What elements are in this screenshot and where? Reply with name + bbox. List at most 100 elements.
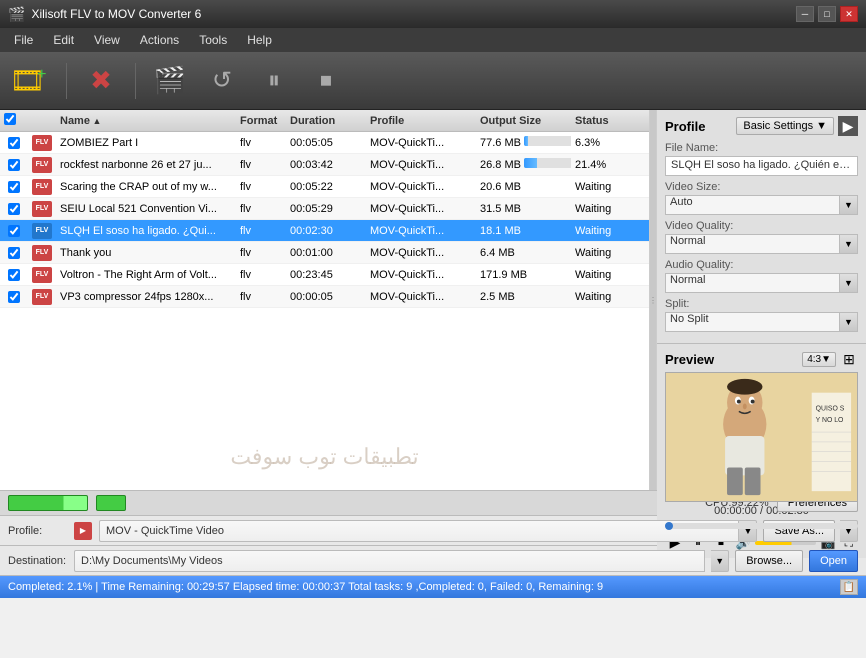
row-status-0: 6.3%	[571, 137, 649, 149]
profile-input[interactable]	[99, 520, 739, 542]
browse-button[interactable]: Browse...	[735, 550, 803, 572]
toolbar-separator-1	[66, 63, 67, 99]
table-row[interactable]: FLV ZOMBIEZ Part I flv 00:05:05 MOV-Quic…	[0, 132, 649, 154]
menu-view[interactable]: View	[84, 29, 130, 51]
videosize-label: Video Size:	[665, 181, 858, 193]
title-bar: 🎬 Xilisoft FLV to MOV Converter 6 ─ □ ✕	[0, 0, 866, 28]
table-header: Name Format Duration Profile Output Size…	[0, 110, 649, 132]
filename-label: File Name:	[665, 142, 858, 154]
row-name-3: SEIU Local 521 Convention Vi...	[56, 203, 236, 215]
row-checkbox-1[interactable]	[0, 159, 28, 171]
open-button[interactable]: Open	[809, 550, 858, 572]
table-row[interactable]: FLV Thank you flv 00:01:00 MOV-QuickTi..…	[0, 242, 649, 264]
row-name-7: VP3 compressor 24fps 1280x...	[56, 291, 236, 303]
convert-button[interactable]: 🎬	[148, 59, 192, 103]
audioquality-field-group: Audio Quality: Normal ▼	[665, 259, 858, 293]
undo-button[interactable]: ↺	[200, 59, 244, 103]
row-checkbox-6[interactable]	[0, 269, 28, 281]
table-row[interactable]: FLV SEIU Local 521 Convention Vi... flv …	[0, 198, 649, 220]
profile-title: Profile	[665, 119, 736, 134]
row-checkbox-7[interactable]	[0, 291, 28, 303]
status-bottom-bar: Completed: 2.1% | Time Remaining: 00:29:…	[0, 576, 866, 598]
row-checkbox-2[interactable]	[0, 181, 28, 193]
minimize-button[interactable]: ─	[796, 6, 814, 22]
row-profile-0: MOV-QuickTi...	[366, 137, 476, 149]
preview-header: Preview 4:3▼ ⊞	[665, 350, 858, 368]
videoquality-arrow[interactable]: ▼	[840, 234, 858, 254]
row-profile-4: MOV-QuickTi...	[366, 225, 476, 237]
row-icon-3: FLV	[28, 201, 56, 217]
log-button[interactable]: 📋	[840, 579, 858, 595]
row-status-7: Waiting	[571, 291, 649, 303]
profile-input-group: ▶ ▼	[74, 520, 757, 542]
row-duration-4: 00:02:30	[286, 225, 366, 237]
close-button[interactable]: ✕	[840, 6, 858, 22]
row-format-0: flv	[236, 137, 286, 149]
seek-bar[interactable]	[665, 523, 858, 529]
menu-tools[interactable]: Tools	[189, 29, 237, 51]
row-format-4: flv	[236, 225, 286, 237]
destination-input[interactable]	[74, 550, 705, 572]
table-row[interactable]: FLV rockfest narbonne 26 et 27 ju... flv…	[0, 154, 649, 176]
menu-file[interactable]: File	[4, 29, 43, 51]
pause-button[interactable]: ⏸	[252, 59, 296, 103]
menu-bar: File Edit View Actions Tools Help	[0, 28, 866, 52]
row-checkbox-5[interactable]	[0, 247, 28, 259]
row-checkbox-0[interactable]	[0, 137, 28, 149]
videoquality-input[interactable]: Normal	[665, 234, 840, 254]
table-row[interactable]: FLV Scaring the CRAP out of my w... flv …	[0, 176, 649, 198]
th-duration: Duration	[286, 115, 366, 127]
menu-edit[interactable]: Edit	[43, 29, 84, 51]
row-profile-1: MOV-QuickTi...	[366, 159, 476, 171]
row-format-2: flv	[236, 181, 286, 193]
videosize-field-group: Video Size: Auto ▼	[665, 181, 858, 215]
split-select: No Split ▼	[665, 312, 858, 332]
expand-panel-button[interactable]: ▶	[838, 116, 858, 136]
volume-slider[interactable]	[755, 541, 816, 545]
row-duration-5: 00:01:00	[286, 247, 366, 259]
row-name-5: Thank you	[56, 247, 236, 259]
row-duration-7: 00:00:05	[286, 291, 366, 303]
row-profile-2: MOV-QuickTi...	[366, 181, 476, 193]
right-panel: Profile Basic Settings ▼ ▶ File Name: SL…	[656, 110, 866, 490]
row-icon-2: FLV	[28, 179, 56, 195]
stop-button[interactable]: ⏹	[304, 59, 348, 103]
watermark-text: تطبيقات توب سوفت	[230, 444, 418, 470]
audioquality-arrow[interactable]: ▼	[840, 273, 858, 293]
maximize-button[interactable]: □	[818, 6, 836, 22]
menu-help[interactable]: Help	[237, 29, 282, 51]
basic-settings-button[interactable]: Basic Settings ▼	[736, 117, 834, 135]
audioquality-input[interactable]: Normal	[665, 273, 840, 293]
toolbar-separator-2	[135, 63, 136, 99]
table-row[interactable]: FLV VP3 compressor 24fps 1280x... flv 00…	[0, 286, 649, 308]
row-size-0: 77.6 MB	[476, 136, 571, 149]
row-status-6: Waiting	[571, 269, 649, 281]
profile-header: Profile Basic Settings ▼ ▶	[665, 116, 858, 136]
th-name[interactable]: Name	[56, 115, 236, 127]
menu-actions[interactable]: Actions	[130, 29, 189, 51]
profile-format-icon: ▶	[74, 522, 92, 540]
row-profile-6: MOV-QuickTi...	[366, 269, 476, 281]
destination-dropdown-arrow[interactable]: ▼	[711, 550, 729, 572]
filename-field-group: File Name: SLQH El soso ha ligado. ¿Quié…	[665, 142, 858, 176]
profile-bar-label: Profile:	[8, 525, 68, 537]
row-icon-0: FLV	[28, 135, 56, 151]
row-checkbox-4[interactable]	[0, 225, 28, 237]
videosize-arrow[interactable]: ▼	[840, 195, 858, 215]
row-format-7: flv	[236, 291, 286, 303]
empty-drop-area: تطبيقات توب سوفت	[0, 311, 649, 490]
remove-button[interactable]: ✖	[79, 59, 123, 103]
aspect-ratio-button[interactable]: 4:3▼	[802, 352, 836, 367]
row-format-5: flv	[236, 247, 286, 259]
split-arrow[interactable]: ▼	[840, 312, 858, 332]
table-row[interactable]: FLV Voltron - The Right Arm of Volt... f…	[0, 264, 649, 286]
select-all-checkbox[interactable]	[4, 113, 16, 125]
preview-settings-button[interactable]: ⊞	[840, 350, 858, 368]
row-checkbox-3[interactable]	[0, 203, 28, 215]
add-video-button[interactable]: 🎞+	[10, 59, 54, 103]
table-row[interactable]: FLV SLQH El soso ha ligado. ¿Qui... flv …	[0, 220, 649, 242]
split-input[interactable]: No Split	[665, 312, 840, 332]
preview-image: QUISO S Y NO LO	[666, 373, 857, 501]
videosize-input[interactable]: Auto	[665, 195, 840, 215]
row-icon-1: FLV	[28, 157, 56, 173]
